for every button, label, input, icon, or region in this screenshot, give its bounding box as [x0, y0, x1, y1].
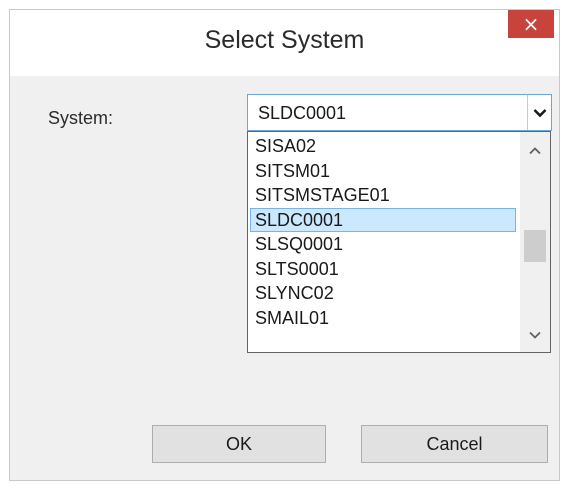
- list-item[interactable]: SITSMSTAGE01: [250, 183, 516, 208]
- chevron-down-icon: [533, 108, 546, 117]
- cancel-button[interactable]: Cancel: [361, 425, 548, 463]
- list-item[interactable]: SLTS0001: [250, 257, 516, 282]
- system-combobox[interactable]: SLDC0001: [247, 94, 552, 131]
- combobox-dropdown-button[interactable]: [527, 95, 551, 130]
- select-system-dialog: Select System × System: SLDC0001 SISA02 S…: [9, 9, 560, 481]
- dropdown-scrollbar[interactable]: [520, 132, 550, 352]
- list-item[interactable]: SMAIL01: [250, 306, 516, 331]
- close-icon: ×: [522, 12, 540, 36]
- list-item[interactable]: SLYNC02: [250, 281, 516, 306]
- chevron-up-icon: [529, 147, 541, 155]
- list-item[interactable]: SITSM01: [250, 159, 516, 184]
- ok-button[interactable]: OK: [152, 425, 326, 463]
- system-options: SISA02 SITSM01 SITSMSTAGE01 SLDC0001 SLSQ000…: [250, 134, 516, 330]
- list-item[interactable]: SISA02: [250, 134, 516, 159]
- title-bar[interactable]: Select System ×: [10, 10, 559, 76]
- close-button[interactable]: ×: [508, 10, 554, 38]
- dialog-body: System: SLDC0001 SISA02 SITSM01 SITSMSTAGE…: [10, 76, 559, 480]
- system-combobox-value: SLDC0001: [258, 103, 347, 123]
- list-item-selected[interactable]: SLDC0001: [250, 207, 516, 232]
- list-item[interactable]: SLSQ0001: [250, 232, 516, 257]
- scrollbar-thumb[interactable]: [524, 230, 546, 262]
- dialog-title: Select System: [204, 26, 365, 54]
- scroll-down-button[interactable]: [520, 322, 550, 348]
- scroll-up-button[interactable]: [520, 138, 550, 164]
- system-label: System:: [48, 108, 114, 128]
- system-dropdown-list[interactable]: SISA02 SITSM01 SITSMSTAGE01 SLDC0001 SLSQ000…: [247, 131, 551, 353]
- chevron-down-icon: [529, 331, 541, 339]
